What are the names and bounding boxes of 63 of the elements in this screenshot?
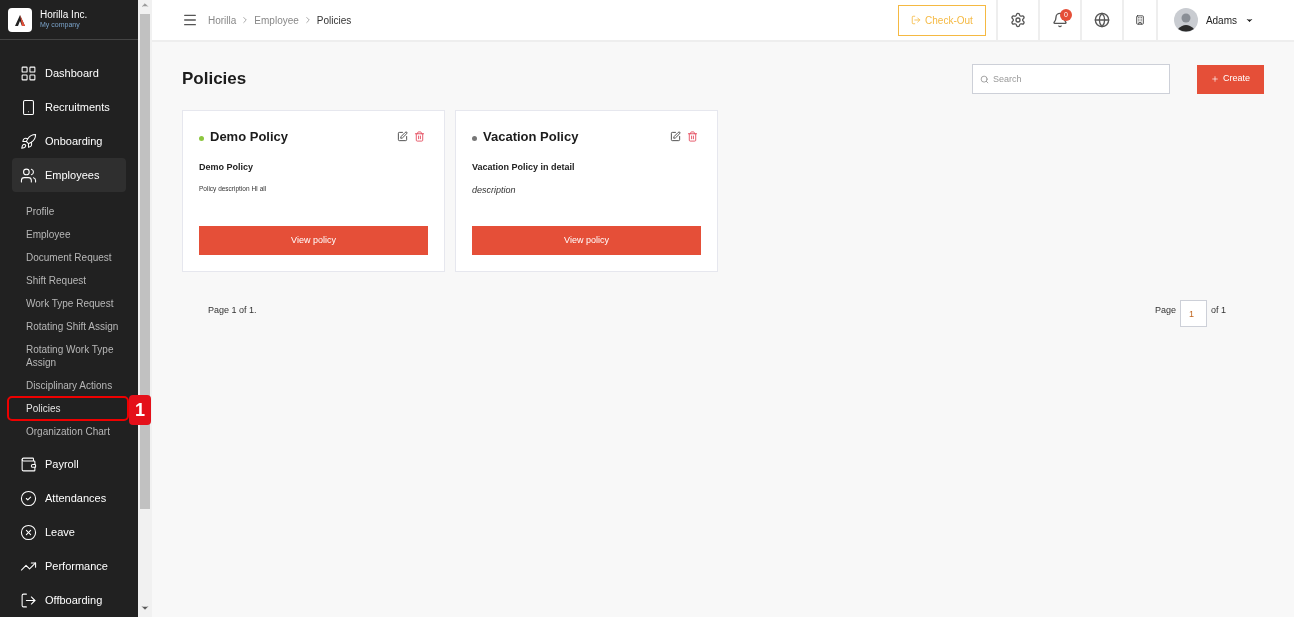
company-name: Horilla Inc. <box>40 8 88 22</box>
bell-icon[interactable] <box>1051 12 1068 28</box>
policy-title: Vacation Policy <box>483 128 579 146</box>
submenu-item[interactable]: Shift Request <box>8 269 128 292</box>
avatar-icon[interactable] <box>1173 8 1198 32</box>
nav-item[interactable]: Payroll <box>12 447 126 481</box>
users-icon <box>20 166 37 184</box>
create-button[interactable]: Create <box>1197 64 1264 94</box>
scrollbar[interactable] <box>138 0 152 617</box>
check-circle-icon <box>20 489 37 507</box>
nav-item[interactable]: Employees <box>12 158 126 192</box>
delete-icon[interactable] <box>414 131 425 143</box>
settings-icon[interactable] <box>1009 12 1026 28</box>
edit-icon[interactable] <box>670 131 681 143</box>
x-circle-icon <box>20 523 37 541</box>
submenu-item[interactable]: Profile <box>8 200 128 223</box>
page-label: Page <box>1154 303 1176 317</box>
menu-icon[interactable] <box>182 12 198 28</box>
view-policy-button[interactable]: View policy <box>199 226 428 255</box>
exit-icon <box>20 591 37 609</box>
user-name[interactable]: Adams <box>1205 12 1237 28</box>
nav-item[interactable]: Attendances <box>12 481 126 515</box>
rocket-icon <box>20 132 37 150</box>
page-summary: Page 1 of 1. <box>208 303 257 317</box>
edit-icon[interactable] <box>397 131 408 143</box>
submenu-item[interactable]: Organization Chart <box>8 420 128 443</box>
building-icon[interactable] <box>1134 15 1145 25</box>
submenu-item[interactable]: Work Type Request <box>8 292 128 315</box>
policy-description: description <box>472 184 517 197</box>
breadcrumb-link[interactable]: Policies <box>316 12 352 28</box>
nav-item[interactable]: Onboarding <box>12 124 126 158</box>
nav-item[interactable]: Offboarding <box>12 583 126 617</box>
company-logo-icon <box>8 7 32 32</box>
submenu-item[interactable]: Disciplinary Actions <box>8 374 128 397</box>
plus-icon <box>1211 75 1219 83</box>
grid-icon <box>20 64 37 82</box>
submenu-item[interactable]: Rotating Shift Assign <box>8 315 128 338</box>
submenu-item[interactable]: Policies <box>8 397 128 420</box>
submenu-item[interactable]: Employee <box>8 223 128 246</box>
breadcrumb-link[interactable]: Horilla <box>208 12 237 28</box>
policy-heading: Vacation Policy in detail <box>472 160 576 174</box>
nav-item[interactable]: Performance <box>12 549 126 583</box>
wallet-icon <box>20 455 37 473</box>
exit-icon <box>911 15 922 25</box>
submenu-item[interactable]: Rotating Work Type Assign <box>8 338 128 374</box>
breadcrumb-link[interactable]: Employee <box>254 12 299 28</box>
callout-badge: 1 <box>129 395 151 425</box>
page-title: Policies <box>182 68 247 91</box>
policy-heading: Demo Policy <box>199 160 255 174</box>
nav-item[interactable]: Dashboard <box>12 56 126 90</box>
submenu-item[interactable]: Document Request <box>8 246 128 269</box>
delete-icon[interactable] <box>687 131 698 143</box>
nav-item[interactable]: Leave <box>12 515 126 549</box>
search-icon <box>980 75 989 84</box>
page-field[interactable]: 1 <box>1180 300 1207 327</box>
view-policy-button[interactable]: View policy <box>472 226 701 255</box>
scroll-down-icon[interactable] <box>140 603 150 613</box>
phone-icon <box>20 98 37 116</box>
nav-item[interactable]: Recruitments <box>12 90 126 124</box>
globe-icon[interactable] <box>1093 12 1110 28</box>
search-field[interactable]: Search <box>972 64 1170 94</box>
policy-title: Demo Policy <box>210 128 289 146</box>
page-total: of 1 <box>1211 303 1226 317</box>
